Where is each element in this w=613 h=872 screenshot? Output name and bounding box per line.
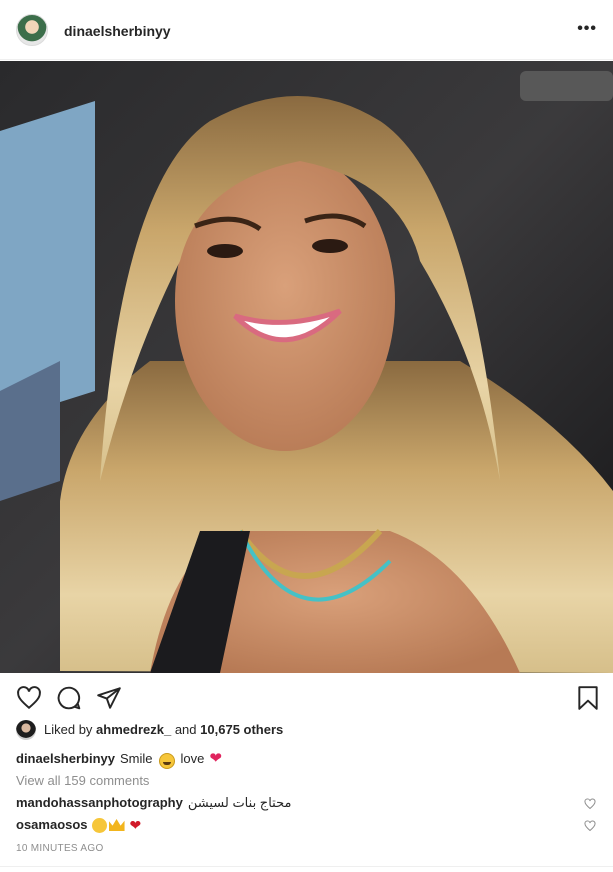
liker-avatar[interactable]: [16, 720, 36, 740]
caption-text-1: Smile: [119, 751, 153, 766]
comment-like-icon[interactable]: [584, 820, 596, 832]
likes-prefix: Liked by: [44, 722, 93, 737]
heart-emoji-icon: ❤: [209, 750, 222, 767]
post-photo-art: [0, 61, 613, 673]
heart-icon[interactable]: [16, 685, 42, 711]
comment-username[interactable]: mandohassanphotography: [16, 793, 183, 813]
comment-row: osamaosos ❤: [16, 815, 596, 835]
post-timestamp[interactable]: 10 MINUTES AGO: [16, 843, 104, 855]
caption-username[interactable]: dinaelsherbinyy: [16, 749, 115, 769]
likes-count[interactable]: 10,675 others: [200, 719, 283, 741]
more-options-icon[interactable]: •••: [577, 20, 597, 38]
post-header: dinaelsherbinyy •••: [0, 0, 613, 60]
post-username[interactable]: dinaelsherbinyy: [64, 22, 171, 40]
action-bar: [0, 673, 613, 721]
liker-username[interactable]: ahmedrezk_: [96, 719, 171, 741]
grinning-face-emoji-icon: [158, 753, 175, 769]
view-all-comments-link[interactable]: View all 159 comments: [16, 771, 149, 791]
share-icon[interactable]: [96, 685, 122, 711]
post-photo[interactable]: [0, 61, 613, 673]
likes-summary: Liked by ahmedrezk_ and 10,675 others: [16, 719, 283, 741]
profile-avatar[interactable]: [16, 14, 48, 46]
red-heart-emoji-icon: ❤: [129, 817, 142, 833]
comment-username[interactable]: osamaosos: [16, 815, 88, 835]
comment-row: mandohassanphotography محتاج بنات لسيشن: [16, 793, 596, 813]
comment-text: محتاج بنات لسيشن: [187, 795, 292, 810]
bookmark-icon[interactable]: [575, 685, 601, 711]
post-caption: dinaelsherbinyy Smile love ❤: [16, 749, 222, 769]
crown-emoji-icon: [108, 819, 125, 831]
smiling-face-emoji-icon: [91, 817, 107, 833]
comment-like-icon[interactable]: [584, 798, 596, 810]
likes-and: and: [174, 722, 197, 737]
comment-icon[interactable]: [56, 685, 82, 711]
divider: [0, 866, 613, 867]
caption-text-2: love: [180, 751, 205, 766]
